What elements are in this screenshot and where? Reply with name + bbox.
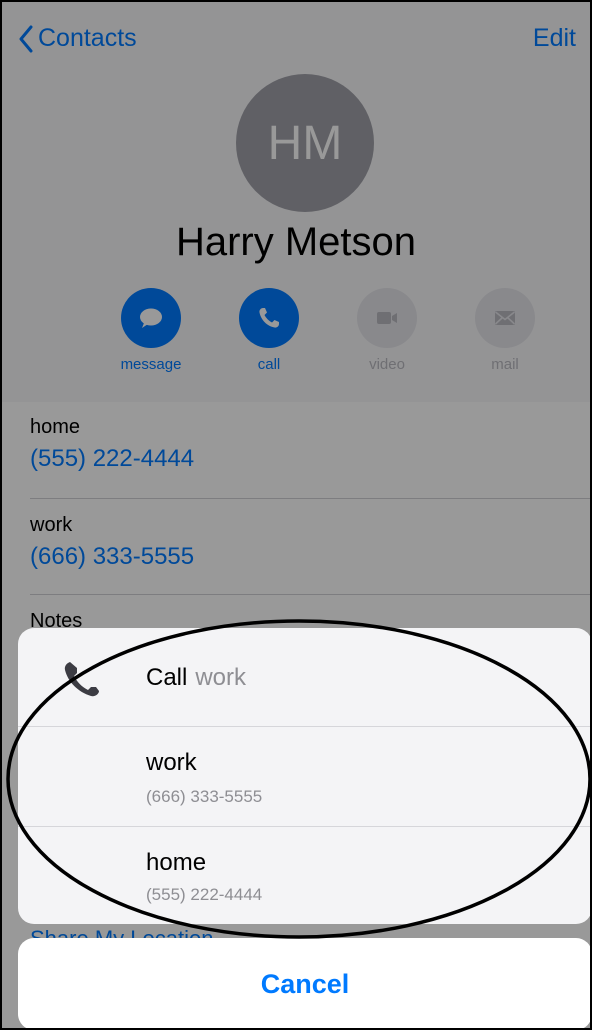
sheet-title-sub: work: [195, 664, 247, 691]
call-option-work[interactable]: work (666) 333-5555: [18, 727, 590, 825]
option-number: (555) 222-4444: [146, 885, 263, 904]
call-option-home[interactable]: home (555) 222-4444: [18, 827, 590, 924]
sheet-title: Call: [146, 664, 188, 691]
option-number: (666) 333-5555: [146, 787, 263, 806]
call-action-sheet: Call work work (666) 333-5555 home (555) …: [18, 628, 590, 924]
option-label: work: [146, 749, 197, 776]
phone-screen: Contacts Edit HM Harry Metson message ca…: [0, 0, 592, 1030]
sheet-header: Call work: [18, 628, 590, 726]
option-label: home: [146, 849, 207, 876]
phone-icon: [64, 662, 99, 697]
cancel-button[interactable]: Cancel: [18, 938, 590, 1028]
